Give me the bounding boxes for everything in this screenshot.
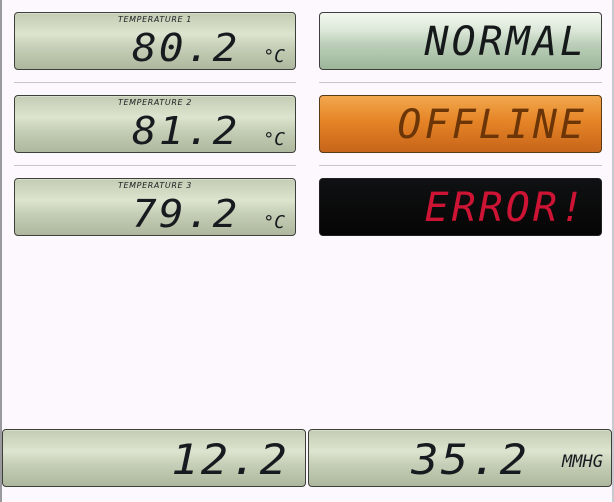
temperature-2-unit: °C <box>263 129 285 150</box>
pressure-unit: MMHG <box>562 452 603 472</box>
temperature-1-unit: °C <box>263 46 285 67</box>
status-normal-text: NORMAL <box>424 19 587 65</box>
bottom-display-right: 35.2 MMHG <box>308 429 612 487</box>
temperature-2-value: 81.2 <box>132 109 240 153</box>
window-frame-left <box>0 0 2 502</box>
temperature-2-label: TEMPERATURE 2 <box>118 98 192 107</box>
row-divider-1-left <box>14 82 296 83</box>
temperature-3-unit: °C <box>263 212 285 233</box>
row-divider-2-right <box>319 165 602 166</box>
temperature-2-display: TEMPERATURE 2 81.2 °C <box>14 95 296 153</box>
temperature-3-display: TEMPERATURE 3 79.2 °C <box>14 178 296 236</box>
status-offline-indicator: OFFLINE <box>319 95 602 153</box>
status-error-text: ERROR! <box>424 185 587 231</box>
row-divider-2-left <box>14 165 296 166</box>
row-divider-1-right <box>319 82 602 83</box>
temperature-1-value: 80.2 <box>132 26 240 70</box>
bottom-display-left: 12.2 <box>2 429 306 487</box>
temperature-3-value: 79.2 <box>132 192 240 236</box>
temperature-1-display: TEMPERATURE 1 80.2 °C <box>14 12 296 70</box>
temperature-3-label: TEMPERATURE 3 <box>118 181 192 190</box>
bottom-left-value: 12.2 <box>171 435 289 484</box>
pressure-value: 35.2 <box>411 435 529 484</box>
status-error-indicator: ERROR! <box>319 178 602 236</box>
status-offline-text: OFFLINE <box>397 102 587 148</box>
status-normal-indicator: NORMAL <box>319 12 602 70</box>
temperature-1-label: TEMPERATURE 1 <box>118 15 192 24</box>
